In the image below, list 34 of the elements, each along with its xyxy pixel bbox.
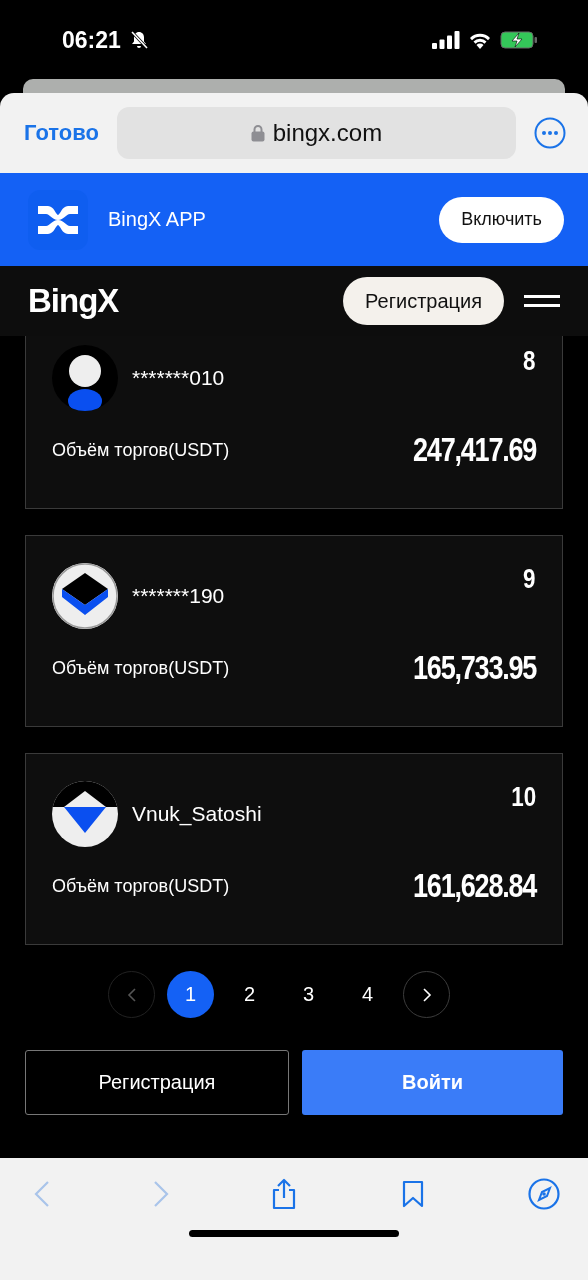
volume-label: Объём торгов(USDT)	[52, 657, 230, 679]
user-name: Vnuk_Satoshi	[132, 802, 262, 826]
enable-button[interactable]: Включить	[439, 196, 564, 243]
done-button[interactable]: Готово	[24, 120, 99, 146]
volume-label: Объём торгов(USDT)	[52, 875, 230, 897]
chevron-left-icon	[126, 986, 137, 1003]
page-button[interactable]: 3	[285, 971, 332, 1018]
compass-icon[interactable]	[528, 1178, 560, 1210]
app-name: BingX APP	[108, 208, 206, 231]
volume-value: 165,733.95	[412, 649, 536, 687]
menu-icon[interactable]	[524, 293, 560, 309]
volume-value: 161,628.84	[412, 867, 536, 905]
lock-icon	[250, 124, 265, 142]
rank-number: 10	[511, 781, 536, 813]
page-button[interactable]: 1	[167, 971, 214, 1018]
rank-number: 8	[523, 345, 536, 377]
login-button[interactable]: Войти	[302, 1050, 563, 1115]
page-button[interactable]: 2	[226, 971, 273, 1018]
rank-number: 9	[523, 563, 536, 595]
share-icon[interactable]	[271, 1178, 297, 1210]
signal-icon	[432, 31, 460, 49]
address-bar[interactable]: bingx.com	[116, 107, 516, 159]
clock-time: 06:21	[62, 26, 121, 54]
user-name: *******010	[132, 366, 225, 390]
more-icon[interactable]	[534, 117, 566, 149]
user-name: *******190	[132, 584, 225, 608]
volume-label: Объём торгов(USDT)	[52, 439, 230, 461]
wifi-icon	[468, 31, 492, 49]
page-button[interactable]: 4	[344, 971, 391, 1018]
register-button[interactable]: Регистрация	[343, 277, 504, 325]
logo[interactable]: BingX	[28, 282, 119, 320]
register-button[interactable]: Регистрация	[25, 1050, 289, 1115]
volume-value: 247,417.69	[412, 431, 536, 469]
chevron-right-icon	[421, 986, 432, 1003]
